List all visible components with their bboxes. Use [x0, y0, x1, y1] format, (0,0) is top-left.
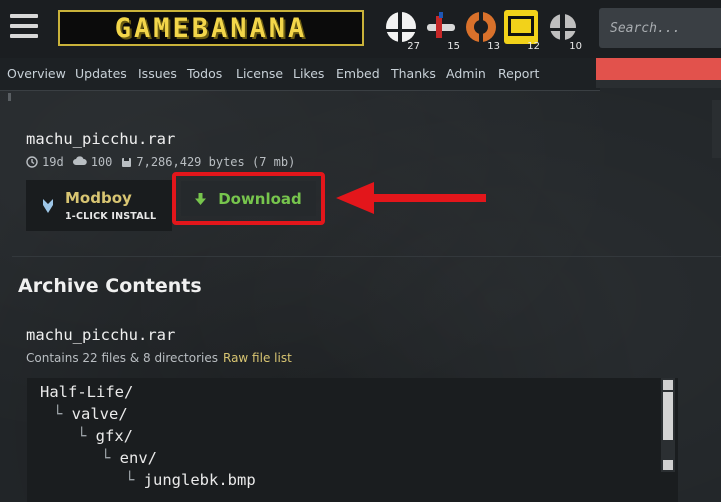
menu-icon[interactable]	[10, 14, 38, 40]
tab-thanks[interactable]: Thanks	[391, 66, 436, 81]
download-label: Download	[218, 189, 302, 208]
scroll-thumb[interactable]	[663, 392, 673, 440]
plane-game-icon[interactable]: 15	[424, 10, 460, 52]
download-button[interactable]: Download	[181, 181, 316, 216]
tab-todos[interactable]: Todos	[187, 66, 222, 81]
promo-banner[interactable]	[596, 58, 721, 80]
tree-scrollbar[interactable]	[661, 378, 675, 472]
modboy-install-button[interactable]: Modboy 1-CLICK INSTALL	[26, 180, 172, 231]
archive-tree: Half-Life/ └ valve/ └ gfx/ └ env/ └ jung…	[27, 378, 678, 502]
raw-file-list-link[interactable]: Raw file list	[223, 351, 292, 365]
clock-icon	[26, 156, 38, 168]
floppy-icon	[122, 157, 132, 167]
promo-banner-bottom	[596, 80, 721, 88]
tab-embed[interactable]: Embed	[336, 66, 380, 81]
file-age: 19d	[26, 155, 64, 169]
file-size: 7,286,429 bytes (7 mb)	[121, 155, 295, 169]
persona-icon[interactable]: 12	[504, 10, 540, 52]
tree-item: Half-Life/	[40, 383, 134, 401]
tab-issues[interactable]: Issues	[138, 66, 177, 81]
search-input[interactable]: Search...	[599, 8, 721, 48]
tab-license[interactable]: License	[236, 66, 283, 81]
red-pointer-arrow	[336, 182, 486, 214]
side-panel-edge	[712, 100, 721, 158]
modboy-icon	[43, 199, 53, 213]
cloud-download-icon	[72, 156, 87, 165]
sub-navigation: Overview Updates Issues Todos License Li…	[0, 58, 600, 91]
file-name: machu_picchu.rar	[26, 130, 176, 148]
divider	[8, 93, 11, 101]
tab-likes[interactable]: Likes	[293, 66, 324, 81]
tab-updates[interactable]: Updates	[75, 66, 127, 81]
file-downloads: 100	[72, 155, 112, 169]
modboy-label: Modboy	[65, 189, 132, 207]
tab-overview[interactable]: Overview	[7, 66, 66, 81]
smash-ultimate-icon[interactable]: 10	[546, 10, 582, 52]
scroll-up-icon[interactable]	[663, 380, 673, 390]
tree-item: └ gfx/	[77, 427, 133, 445]
tree-item: └ env/	[101, 449, 157, 467]
modboy-sublabel: 1-CLICK INSTALL	[65, 211, 157, 222]
top-header: GAMEBANANA 27 15 13 12 10 Search...	[0, 0, 721, 58]
tab-admin[interactable]: Admin	[446, 66, 486, 81]
tab-report[interactable]: Report	[498, 66, 539, 81]
site-logo[interactable]: GAMEBANANA	[58, 10, 364, 46]
section-divider	[12, 256, 721, 257]
smash-bros-icon[interactable]: 27	[384, 10, 420, 52]
tree-item: └ valve/	[53, 405, 128, 423]
archive-summary: Contains 22 files & 8 directories	[26, 351, 218, 365]
scroll-down-icon[interactable]	[663, 460, 673, 470]
team-fortress-icon[interactable]: 13	[464, 10, 500, 52]
tree-item: └ junglebk.bmp	[125, 471, 256, 489]
archive-file-name: machu_picchu.rar	[26, 326, 176, 344]
file-meta: 19d 100 7,286,429 bytes (7 mb)	[26, 155, 304, 169]
archive-heading: Archive Contents	[18, 275, 202, 297]
arrow-down-icon	[195, 192, 207, 205]
